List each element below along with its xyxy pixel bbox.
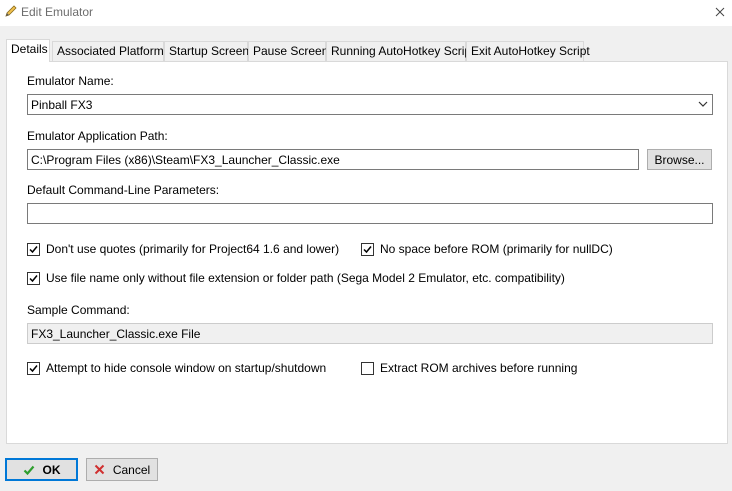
- extract-rom-checkbox[interactable]: [361, 361, 374, 375]
- app-path-input[interactable]: C:\Program Files (x86)\Steam\FX3_Launche…: [27, 149, 639, 170]
- sample-command-label: Sample Command:: [27, 303, 130, 317]
- cancel-x-icon: [94, 464, 105, 475]
- hide-console-label: Attempt to hide console window on startu…: [46, 361, 327, 375]
- checkmark-icon: [29, 364, 38, 372]
- hide-console-option[interactable]: Attempt to hide console window on startu…: [27, 361, 326, 375]
- tab-details[interactable]: Details: [6, 39, 50, 62]
- hide-console-checkbox[interactable]: [27, 361, 40, 375]
- no-quotes-option[interactable]: Don't use quotes (primarily for Project6…: [27, 242, 339, 256]
- cancel-label: Cancel: [112, 462, 151, 477]
- filename-only-checkbox[interactable]: [27, 271, 40, 285]
- checkmark-icon: [29, 245, 38, 253]
- cmd-params-label: Default Command-Line Parameters:: [27, 183, 220, 197]
- emulator-name-label: Emulator Name:: [27, 74, 114, 88]
- cancel-button[interactable]: Cancel: [86, 458, 158, 481]
- no-space-checkbox[interactable]: [361, 242, 374, 256]
- tab-associated-platforms[interactable]: Associated Platforms: [52, 41, 170, 61]
- checkmark-icon: [363, 245, 372, 253]
- close-icon: [715, 7, 725, 17]
- tab-exit-autohotkey-script[interactable]: Exit AutoHotkey Script: [466, 41, 590, 61]
- checkmark-icon: [29, 274, 38, 282]
- ok-button[interactable]: OK: [5, 458, 78, 481]
- filename-only-option[interactable]: Use file name only without file extensio…: [27, 271, 565, 285]
- title-bar: Edit Emulator: [0, 0, 732, 26]
- no-quotes-label: Don't use quotes (primarily for Project6…: [46, 242, 340, 256]
- ok-label: OK: [42, 462, 61, 477]
- tab-running-autohotkey-script[interactable]: Running AutoHotkey Script: [326, 41, 474, 61]
- no-space-option[interactable]: No space before ROM (primarily for nullD…: [361, 242, 613, 256]
- no-quotes-checkbox[interactable]: [27, 242, 40, 256]
- no-space-label: No space before ROM (primarily for nullD…: [380, 242, 613, 256]
- app-path-label: Emulator Application Path:: [27, 129, 168, 143]
- browse-button[interactable]: Browse...: [647, 149, 712, 170]
- emulator-name-value: Pinball FX3: [31, 98, 93, 112]
- emulator-name-combobox[interactable]: Pinball FX3: [27, 94, 713, 115]
- tab-pause-screen[interactable]: Pause Screen: [248, 41, 328, 61]
- cmd-params-input[interactable]: [27, 203, 713, 224]
- extract-rom-label: Extract ROM archives before running: [380, 361, 578, 375]
- tab-startup-screen[interactable]: Startup Screen: [164, 41, 249, 61]
- close-button[interactable]: [708, 0, 732, 24]
- chevron-down-icon: [698, 101, 708, 107]
- details-panel: Emulator Name: Pinball FX3 Emulator Appl…: [6, 61, 728, 444]
- pencil-icon: [4, 4, 18, 18]
- checkmark-icon: [23, 464, 35, 476]
- filename-only-label: Use file name only without file extensio…: [46, 271, 565, 285]
- extract-rom-option[interactable]: Extract ROM archives before running: [361, 361, 577, 375]
- sample-command-field: FX3_Launcher_Classic.exe File: [27, 323, 713, 344]
- window-title: Edit Emulator: [21, 5, 94, 19]
